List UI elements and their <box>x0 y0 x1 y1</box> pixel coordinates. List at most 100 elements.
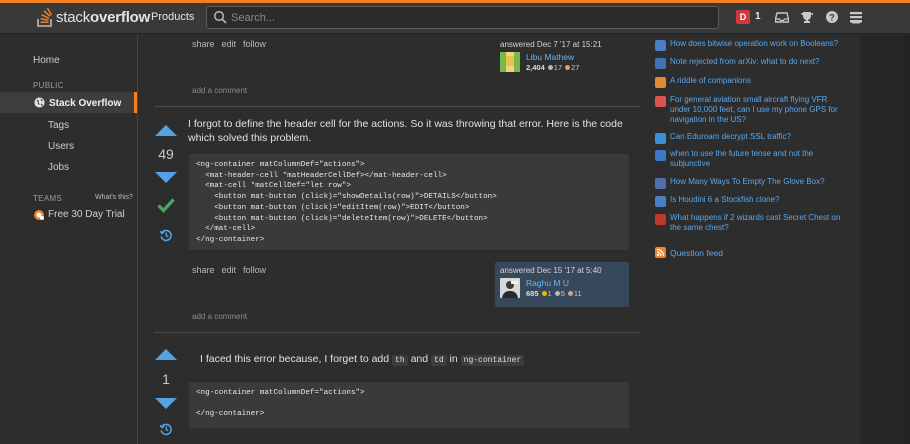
search-input[interactable] <box>231 10 711 25</box>
svg-text:?: ? <box>829 13 835 23</box>
bronze-count: 11 <box>573 289 582 298</box>
inline-code-td: td <box>431 355 447 366</box>
answer-text-line2: which solved this problem. <box>188 132 312 144</box>
user-avatar[interactable] <box>500 278 520 298</box>
hot-question-title[interactable]: Can Eduroam decrypt SSL traffic? <box>670 132 791 144</box>
answered-time: answered Dec 7 '17 at 15:21 <box>500 40 602 49</box>
follow-link[interactable]: follow <box>243 265 266 275</box>
products-nav-link[interactable]: Products <box>151 11 194 23</box>
hot-question-item[interactable]: A riddle of companions <box>655 76 845 88</box>
globe-icon <box>34 97 45 108</box>
answered-time: answered Dec 15 '17 at 5:40 <box>500 266 602 275</box>
gold-count: 1 <box>547 289 552 298</box>
hot-question-item[interactable]: What happens if 2 wizards cast Secret Ch… <box>655 213 845 233</box>
teams-whats-this-link[interactable]: What's this? <box>95 194 133 201</box>
inbox-icon[interactable] <box>775 10 789 24</box>
history-icon[interactable] <box>159 228 173 242</box>
upvote-button[interactable] <box>155 349 177 360</box>
hot-question-title[interactable]: when to use the future tense and not the… <box>670 149 845 169</box>
prev-answer-usercard: answered Dec 7 '17 at 15:21 Libu Mathew … <box>495 36 630 78</box>
bronze-badge-dot <box>567 291 573 296</box>
downvote-button[interactable] <box>155 398 177 409</box>
bronze-count: 27 <box>571 63 580 72</box>
share-link[interactable]: share <box>192 265 215 275</box>
code-golf-icon <box>655 178 666 189</box>
hot-question-item[interactable]: Note rejected from arXiv: what to do nex… <box>655 57 845 69</box>
hot-question-title[interactable]: How does bitwise operation work on Boole… <box>670 39 838 51</box>
user-avatar[interactable] <box>500 52 520 72</box>
nav-free-trial[interactable]: Free 30 Day Trial <box>48 209 125 220</box>
academia-icon <box>655 58 666 69</box>
hot-question-item[interactable]: For general aviation small aircraft flyi… <box>655 95 845 125</box>
logo-text-plain: stack <box>56 8 91 26</box>
user-name-link[interactable]: Raghu M U <box>526 278 569 288</box>
answer-text-in: in <box>449 353 458 365</box>
security-icon <box>655 133 666 144</box>
right-gutter <box>860 35 910 444</box>
hot-question-title[interactable]: What happens if 2 wizards cast Secret Ch… <box>670 213 845 233</box>
main-content: share edit follow answered Dec 7 '17 at 15… <box>138 35 650 444</box>
answer-usercard: answered Dec 15 '17 at 5:40 Raghu M U 68… <box>495 262 629 307</box>
logo-text: stackoverflow <box>56 9 150 26</box>
nav-stack-overflow[interactable]: Stack Overflow <box>49 98 121 109</box>
nav-tags[interactable]: Tags <box>48 120 69 131</box>
user-avatar[interactable]: D <box>736 10 750 24</box>
answer-post-actions: share edit follow <box>192 265 273 275</box>
logo-text-bold: overflow <box>90 8 151 26</box>
math-icon <box>655 40 666 51</box>
history-icon[interactable] <box>159 422 173 436</box>
answer-text-and: and <box>410 353 429 365</box>
nav-jobs[interactable]: Jobs <box>48 162 69 173</box>
silver-count: 17 <box>553 63 563 72</box>
hot-question-title[interactable]: How Many Ways To Empty The Glove Box? <box>670 177 825 189</box>
add-comment-link[interactable]: add a comment <box>192 86 247 95</box>
search-box[interactable] <box>206 6 719 29</box>
hot-question-item[interactable]: Is Houdini 6 a Stockfish clone? <box>655 195 845 207</box>
user-stats: 2,404 17 27 <box>526 63 579 72</box>
hot-question-title[interactable]: Is Houdini 6 a Stockfish clone? <box>670 195 779 207</box>
vote-count: 1 <box>162 371 170 387</box>
accepted-checkmark-icon <box>157 198 175 213</box>
left-sidebar: Home PUBLIC Stack Overflow Tags Users Jo… <box>0 35 138 444</box>
silver-badge-dot <box>554 291 560 296</box>
nav-users[interactable]: Users <box>48 141 74 152</box>
hot-question-item[interactable]: How Many Ways To Empty The Glove Box? <box>655 177 845 189</box>
site-switcher-icon[interactable] <box>849 10 863 24</box>
help-icon[interactable]: ? <box>825 10 839 24</box>
hot-question-item[interactable]: How does bitwise operation work on Boole… <box>655 39 845 51</box>
question-feed-link[interactable]: Question feed <box>670 248 723 258</box>
add-comment-link[interactable]: add a comment <box>192 312 247 321</box>
share-link[interactable]: share <box>192 39 215 49</box>
topbar: stackoverflow Products D 1 ? <box>0 3 910 34</box>
hot-question-title[interactable]: Note rejected from arXiv: what to do nex… <box>670 57 819 69</box>
site-logo[interactable]: stackoverflow <box>37 7 150 27</box>
upvote-button[interactable] <box>155 125 177 136</box>
user-rep: 2,404 <box>526 63 545 72</box>
hot-question-item[interactable]: Can Eduroam decrypt SSL traffic? <box>655 132 845 144</box>
edit-link[interactable]: edit <box>222 39 237 49</box>
user-rep: 685 <box>526 289 539 298</box>
vote-count: 49 <box>158 146 174 162</box>
hot-question-title[interactable]: For general aviation small aircraft flyi… <box>670 95 845 125</box>
search-icon <box>213 10 227 24</box>
stackoverflow-logo-icon <box>37 7 53 27</box>
user-stats: 685 1 5 11 <box>526 289 582 298</box>
edit-link[interactable]: edit <box>222 265 237 275</box>
silver-count: 5 <box>560 289 565 298</box>
rss-feed-icon <box>655 247 666 258</box>
follow-link[interactable]: follow <box>243 39 266 49</box>
post-separator <box>154 106 640 107</box>
post-separator <box>154 332 640 333</box>
hot-question-item[interactable]: when to use the future tense and not the… <box>655 149 845 169</box>
aviation-icon <box>655 96 666 107</box>
chess-icon <box>655 196 666 207</box>
page-scrollbar[interactable] <box>905 35 910 444</box>
hot-question-title[interactable]: A riddle of companions <box>670 76 751 88</box>
user-name-link[interactable]: Libu Mathew <box>526 52 574 62</box>
downvote-button[interactable] <box>155 172 177 183</box>
user-reputation[interactable]: 1 <box>755 11 761 22</box>
nav-home[interactable]: Home <box>33 55 60 66</box>
achievements-trophy-icon[interactable] <box>800 10 814 24</box>
bronze-badge-dot <box>565 65 571 70</box>
silver-badge-dot <box>547 65 553 70</box>
